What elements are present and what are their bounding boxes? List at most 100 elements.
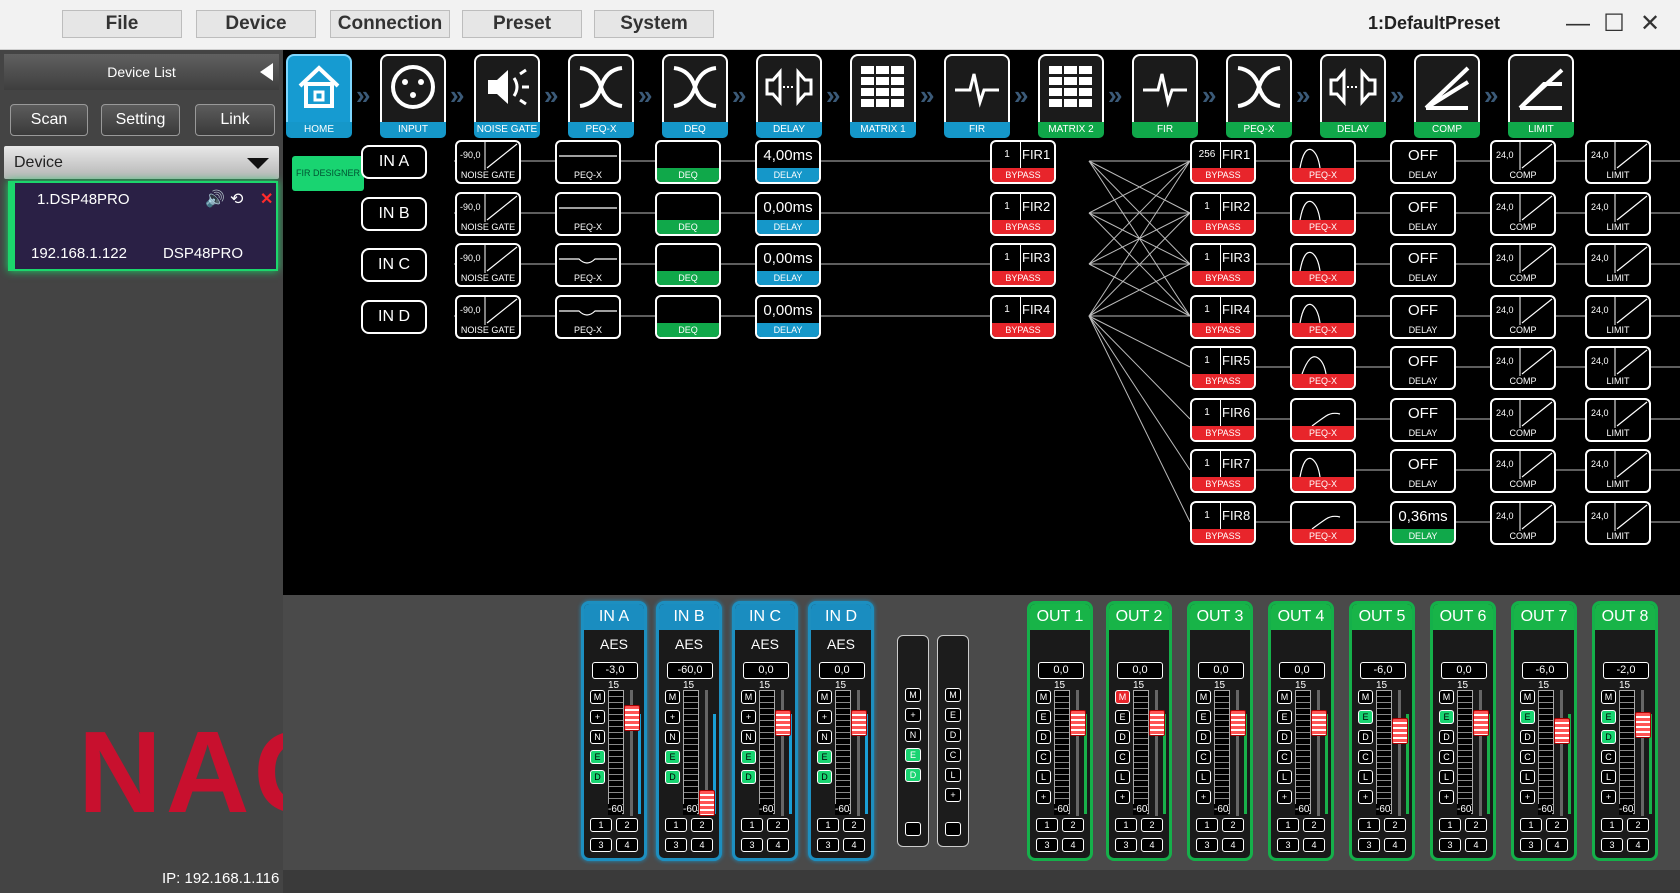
route-4-button[interactable]: 4 [616,838,638,852]
strip-l-button[interactable]: L [1601,770,1616,784]
minimize-icon[interactable]: — [1562,8,1594,40]
strip-d-button[interactable]: D [817,770,832,784]
strip-c-button[interactable]: C [1520,750,1535,764]
route-2-button[interactable]: 2 [1627,818,1649,832]
output-delay-block[interactable]: 0,36ms DELAY [1390,501,1456,545]
deq-block[interactable]: DEQ [655,192,721,236]
gain-field[interactable]: -6,0 [1522,662,1568,679]
strip-plus-button[interactable]: + [1036,790,1051,804]
module-limit-button[interactable]: LIMIT [1508,54,1574,138]
strip-d-button[interactable]: D [1196,730,1211,744]
strip-e-button[interactable]: E [1277,710,1292,724]
gain-field[interactable]: -2,0 [1603,662,1649,679]
strip-m-button[interactable]: M [1277,690,1292,704]
peq-block[interactable]: PEQ-X [555,192,621,236]
strip-name[interactable]: OUT 5 [1352,604,1412,630]
comp-block[interactable]: 24,0 COMP [1490,501,1556,545]
strip-name[interactable]: IN C [735,604,795,630]
strip-name[interactable]: IN A [584,604,644,630]
close-icon[interactable]: ✕ [1634,8,1666,40]
link-button[interactable]: Link [195,104,275,136]
route-4-button[interactable]: 4 [1546,838,1568,852]
route-1-button[interactable]: 1 [1115,818,1137,832]
menu-preset[interactable]: Preset [462,10,582,38]
fader-knob[interactable] [699,790,715,816]
route-1-button[interactable]: 1 [1196,818,1218,832]
strip-n-button[interactable]: N [741,730,756,744]
route-4-button[interactable]: 4 [1384,838,1406,852]
route-2-button[interactable]: 2 [767,818,789,832]
menu-file[interactable]: File [62,10,182,38]
strip-plus-button[interactable]: + [1196,790,1211,804]
strip-c-button[interactable]: C [1196,750,1211,764]
strip-c-button[interactable]: C [1601,750,1616,764]
strip-name[interactable]: OUT 1 [1030,604,1090,630]
output-peq-block[interactable]: PEQ-X [1290,398,1356,442]
output-delay-block[interactable]: OFF DELAY [1390,346,1456,390]
noise-gate-block[interactable]: -90,0 NOISE GATE [455,243,521,287]
route-3-button[interactable]: 3 [1439,838,1461,852]
link-m-button[interactable]: M [905,688,921,702]
strip-plus-button[interactable]: + [1520,790,1535,804]
route-4-button[interactable]: 4 [1627,838,1649,852]
strip-l-button[interactable]: L [1036,770,1051,784]
strip-e-button[interactable]: E [1520,710,1535,724]
collapse-arrow-icon[interactable] [260,63,273,81]
noise-gate-block[interactable]: -90,0 NOISE GATE [455,140,521,184]
menu-system[interactable]: System [594,10,714,38]
route-3-button[interactable]: 3 [665,838,687,852]
gain-field[interactable]: 0,0 [743,662,789,679]
scan-button[interactable]: Scan [10,104,88,136]
module-delay-button[interactable]: DELAY [1320,54,1386,138]
setting-button[interactable]: Setting [101,104,180,136]
route-4-button[interactable]: 4 [1465,838,1487,852]
strip-l-button[interactable]: L [1358,770,1373,784]
route-1-button[interactable]: 1 [1439,818,1461,832]
strip-c-button[interactable]: C [1115,750,1130,764]
route-4-button[interactable]: 4 [843,838,865,852]
delay-block[interactable]: 0,00ms DELAY [755,192,821,236]
comp-block[interactable]: 24,0 COMP [1490,243,1556,287]
output-fir-block[interactable]: 1 FIR6 BYPASS [1190,398,1256,442]
module-peq-x-button[interactable]: PEQ-X [1226,54,1292,138]
route-2-button[interactable]: 2 [1384,818,1406,832]
strip-plus-button[interactable]: + [1358,790,1373,804]
strip-source[interactable]: AES [811,636,871,652]
strip-c-button[interactable]: C [1439,750,1454,764]
gain-field[interactable]: 0,0 [1198,662,1244,679]
strip-d-button[interactable]: D [590,770,605,784]
output-delay-block[interactable]: OFF DELAY [1390,398,1456,442]
strip-name[interactable]: OUT 3 [1190,604,1250,630]
route-2-button[interactable]: 2 [616,818,638,832]
strip-m-button[interactable]: M [1439,690,1454,704]
route-4-button[interactable]: 4 [1141,838,1163,852]
strip-n-button[interactable]: N [817,730,832,744]
strip-e-button[interactable]: E [1439,710,1454,724]
route-2-button[interactable]: 2 [1141,818,1163,832]
input-4-button[interactable]: IN D [361,300,427,334]
delay-block[interactable]: 0,00ms DELAY [755,295,821,339]
strip-d-button[interactable]: D [741,770,756,784]
route-3-button[interactable]: 3 [1196,838,1218,852]
strip-m-button[interactable]: M [1601,690,1616,704]
output-fir-block[interactable]: 1 FIR8 BYPASS [1190,501,1256,545]
strip-m-button[interactable]: M [1115,690,1130,704]
strip-e-button[interactable]: E [590,750,605,764]
strip-plus-button[interactable]: + [1277,790,1292,804]
input-1-button[interactable]: IN A [361,145,427,179]
strip-name[interactable]: OUT 2 [1109,604,1169,630]
output-peq-block[interactable]: PEQ-X [1290,449,1356,493]
strip-l-button[interactable]: L [1115,770,1130,784]
strip-m-button[interactable]: M [590,690,605,704]
output-delay-block[interactable]: OFF DELAY [1390,192,1456,236]
fader-knob[interactable] [624,705,640,731]
output-fir-block[interactable]: 256 FIR1 BYPASS [1190,140,1256,184]
route-1-button[interactable]: 1 [1036,818,1058,832]
strip-e-button[interactable]: E [1115,710,1130,724]
strip-m-button[interactable]: M [665,690,680,704]
strip-e-button[interactable]: E [1036,710,1051,724]
route-2-button[interactable]: 2 [843,818,865,832]
strip-d-button[interactable]: D [1277,730,1292,744]
module-home-button[interactable]: HOME [286,54,352,138]
route-4-button[interactable]: 4 [1062,838,1084,852]
